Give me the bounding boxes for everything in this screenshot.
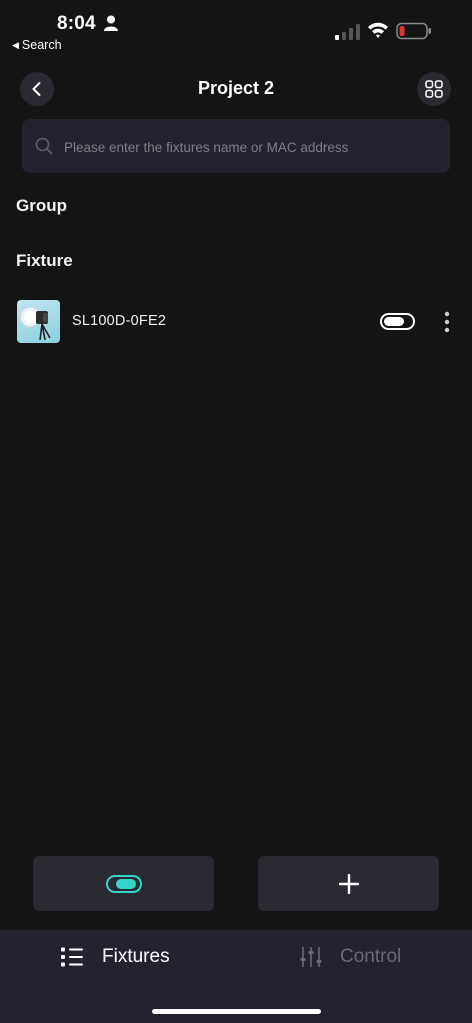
power-all-button[interactable] (33, 856, 214, 911)
page-title: Project 2 (197, 78, 275, 98)
search-icon (35, 137, 53, 155)
tab-fixtures[interactable]: Fixtures (60, 946, 170, 968)
signal-icon (335, 24, 360, 40)
fixture-power-toggle[interactable] (380, 313, 415, 330)
status-time: 8:04 (57, 13, 96, 34)
fixture-name: SL100D-0FE2 (72, 313, 167, 329)
group-section-title: Group (16, 196, 67, 215)
home-indicator (152, 1009, 321, 1014)
grid-icon (425, 80, 443, 98)
more-vertical-icon[interactable] (440, 311, 454, 333)
wifi-icon (368, 22, 388, 38)
status-bar: 8:04 ◀ Search (0, 0, 472, 60)
plus-icon (338, 873, 359, 894)
fixture-thumbnail (17, 300, 60, 343)
toggle-icon (105, 874, 142, 893)
search-input[interactable] (62, 119, 446, 175)
add-fixture-button[interactable] (258, 856, 439, 911)
battery-icon (396, 22, 431, 40)
fixture-section-title: Fixture (16, 251, 73, 270)
fixture-row[interactable]: SL100D-0FE2 (0, 296, 472, 348)
back-to-app-link[interactable]: ◀ Search (12, 38, 62, 52)
back-triangle-icon: ◀ (12, 40, 19, 50)
tab-control-label: Control (340, 946, 402, 967)
tab-control[interactable]: Control (300, 946, 401, 968)
header: Project 2 (0, 68, 472, 112)
toggle-knob (384, 317, 404, 326)
search-box[interactable] (22, 119, 450, 175)
list-icon (61, 947, 83, 967)
sliders-icon (300, 947, 322, 967)
tab-fixtures-label: Fixtures (102, 946, 170, 967)
person-icon (104, 15, 118, 31)
back-app-label: Search (21, 38, 62, 52)
fixture-light-image (19, 306, 51, 341)
layout-grid-button[interactable] (417, 72, 451, 106)
